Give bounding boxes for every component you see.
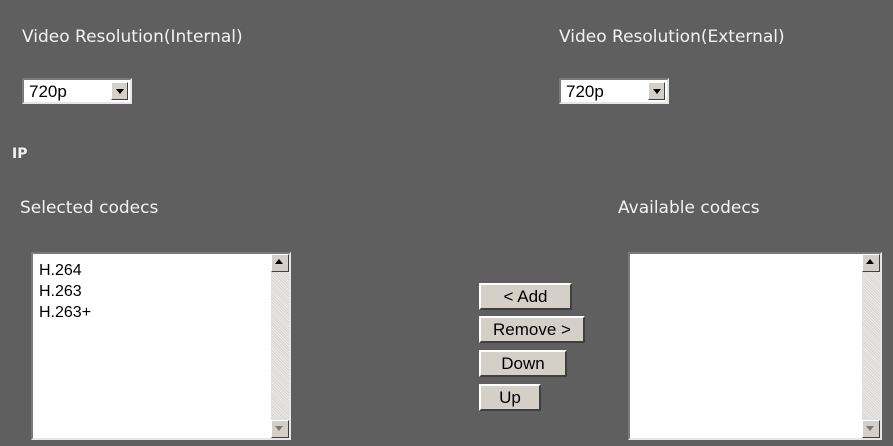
video-resolution-internal-label: Video Resolution(Internal)	[22, 27, 243, 47]
video-resolution-external-select[interactable]: 720p	[559, 78, 669, 104]
video-resolution-internal-value: 720p	[29, 82, 67, 101]
scroll-up-arrow-icon[interactable]	[862, 254, 880, 272]
vertical-scrollbar[interactable]	[271, 254, 289, 438]
video-resolution-external-value: 720p	[566, 82, 604, 101]
video-resolution-internal-select[interactable]: 720p	[22, 78, 132, 104]
selected-codecs-label: Selected codecs	[20, 198, 159, 218]
available-codecs-listbox[interactable]	[628, 252, 882, 440]
list-item[interactable]: H.263+	[39, 302, 91, 323]
video-resolution-external-label: Video Resolution(External)	[559, 27, 785, 47]
dropdown-arrow-icon[interactable]	[111, 82, 128, 100]
ip-section-label: IP	[12, 146, 28, 162]
move-down-button[interactable]: Down	[479, 350, 567, 377]
move-up-button[interactable]: Up	[479, 384, 541, 411]
selected-codecs-items: H.264 H.263 H.263+	[39, 260, 91, 323]
scroll-up-arrow-icon[interactable]	[271, 254, 289, 272]
list-item[interactable]: H.264	[39, 260, 91, 281]
remove-codec-button[interactable]: Remove >	[479, 316, 585, 343]
scroll-down-arrow-icon[interactable]	[862, 420, 880, 438]
add-codec-button[interactable]: < Add	[479, 283, 572, 310]
vertical-scrollbar[interactable]	[862, 254, 880, 438]
list-item[interactable]: H.263	[39, 281, 91, 302]
scroll-down-arrow-icon[interactable]	[271, 420, 289, 438]
dropdown-arrow-icon[interactable]	[648, 82, 665, 100]
selected-codecs-listbox[interactable]: H.264 H.263 H.263+	[31, 252, 291, 440]
available-codecs-label: Available codecs	[618, 198, 760, 218]
